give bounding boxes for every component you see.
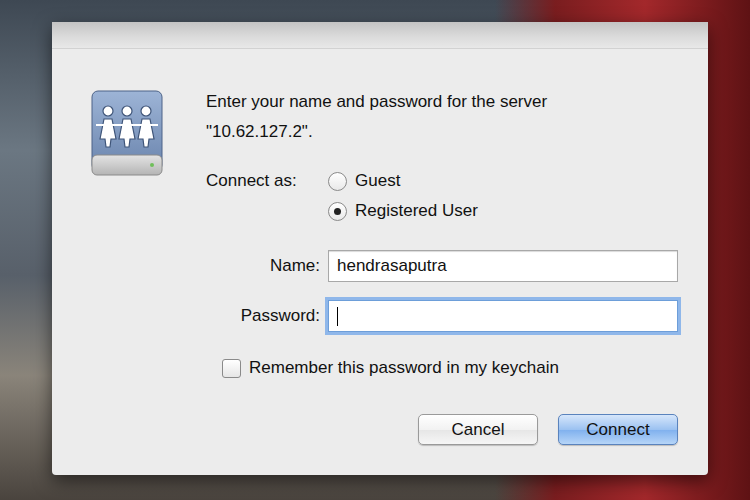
desktop-background: Enter your name and password for the ser…: [0, 0, 750, 500]
remember-label: Remember this password in my keychain: [249, 358, 559, 378]
radio-button[interactable]: [328, 202, 347, 221]
login-form: Connect as: Guest Registered User Name: hend…: [206, 166, 678, 332]
sheet-top: [52, 22, 708, 49]
field-spacer: [206, 282, 678, 300]
field-label: Name:: [206, 250, 320, 282]
dialog-main: Enter your name and password for the ser…: [206, 87, 678, 445]
login-dialog: Enter your name and password for the ser…: [52, 22, 708, 475]
button-row: Cancel Connect: [206, 414, 678, 445]
file-server-icon: [90, 89, 164, 179]
connect-as-options: Guest Registered User: [328, 166, 678, 226]
dialog-message: Enter your name and password for the ser…: [206, 87, 646, 147]
radio-button[interactable]: [328, 172, 347, 191]
field-label: Password:: [206, 300, 320, 332]
text-caret: [337, 307, 338, 326]
remember-checkbox[interactable]: [222, 359, 241, 378]
text-field[interactable]: hendrasaputra: [328, 250, 678, 282]
text-field[interactable]: [328, 300, 678, 332]
radio-option[interactable]: Registered User: [328, 196, 678, 226]
field-value: hendrasaputra: [337, 255, 447, 277]
field-spacer: [206, 226, 678, 250]
radio-label: Guest: [355, 171, 400, 191]
connect-button[interactable]: Connect: [558, 414, 678, 445]
remember-password[interactable]: Remember this password in my keychain: [222, 356, 678, 380]
dialog-body: Enter your name and password for the ser…: [52, 49, 708, 465]
icon-column: [90, 87, 164, 445]
cancel-button[interactable]: Cancel: [418, 414, 538, 445]
connect-as-label: Connect as:: [206, 166, 320, 196]
radio-label: Registered User: [355, 201, 478, 221]
radio-option[interactable]: Guest: [328, 166, 678, 196]
